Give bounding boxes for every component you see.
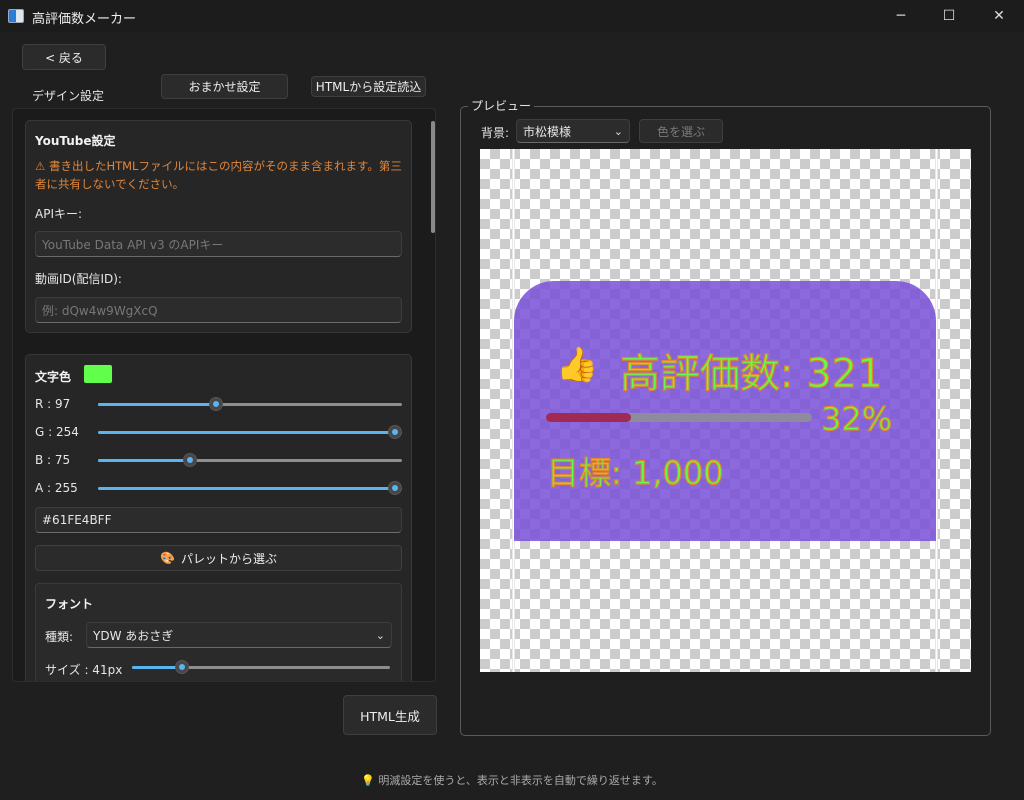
- tab-design-settings[interactable]: デザイン設定: [32, 87, 104, 104]
- generate-html-button[interactable]: HTML生成: [343, 695, 437, 735]
- font-type-select[interactable]: YDW あおさぎ ⌄: [86, 622, 392, 648]
- minimize-button[interactable]: ─: [878, 0, 924, 32]
- youtube-settings-card: YouTube設定 ⚠ 書き出したHTMLファイルにはこの内容がそのまま含まれま…: [25, 120, 412, 333]
- palette-button[interactable]: 🎨 パレットから選ぶ: [35, 545, 402, 571]
- text-color-heading: 文字色: [35, 370, 72, 384]
- g-slider-thumb[interactable]: [388, 425, 402, 439]
- progress-percent-text: 32%: [820, 399, 893, 438]
- font-heading: フォント: [45, 597, 94, 611]
- preview-canvas: 👍 高評価数: 321 32% 目標: 1,000: [480, 149, 971, 672]
- window-title: 高評価数メーカー: [32, 12, 137, 27]
- progress-track: [546, 413, 812, 422]
- g-label: G : 254: [35, 425, 79, 439]
- chevron-down-icon: ⌄: [613, 124, 623, 138]
- text-color-card: 文字色 R : 97 G : 254 B : 75 A : 255 #61FE4…: [25, 354, 412, 681]
- guide-line-right: [936, 149, 937, 672]
- api-key-input[interactable]: YouTube Data API v3 のAPIキー: [35, 231, 402, 257]
- goal-text: 目標: 1,000: [546, 453, 724, 492]
- video-id-label: 動画ID(配信ID):: [35, 272, 122, 286]
- font-type-label: 種類:: [45, 630, 74, 644]
- video-id-input[interactable]: 例: dQw4w9WgXcQ: [35, 297, 402, 323]
- b-slider-thumb[interactable]: [183, 453, 197, 467]
- b-slider[interactable]: [98, 453, 402, 467]
- background-label: 背景:: [481, 126, 510, 140]
- thumbs-up-icon: 👍: [556, 345, 599, 385]
- youtube-heading: YouTube設定: [35, 134, 116, 148]
- a-label: A : 255: [35, 481, 78, 495]
- api-key-label: APIキー:: [35, 207, 83, 221]
- progress-fill: [546, 413, 632, 422]
- r-slider[interactable]: [98, 397, 402, 411]
- b-label: B : 75: [35, 453, 71, 467]
- font-size-slider[interactable]: [132, 660, 390, 674]
- footer-tip: 💡 明滅設定を使うと、表示と非表示を自動で繰り返せます。: [361, 774, 663, 787]
- font-size-thumb[interactable]: [175, 660, 189, 674]
- background-select-value: 市松模様: [523, 124, 572, 139]
- preview-widget: 👍 高評価数: 321 32% 目標: 1,000: [514, 281, 936, 541]
- back-button[interactable]: < 戻る: [22, 44, 106, 70]
- app-icon: [8, 9, 24, 23]
- preview-legend: プレビュー: [468, 97, 535, 114]
- hex-input[interactable]: #61FE4BFF: [35, 507, 402, 533]
- settings-panel[interactable]: YouTube設定 ⚠ 書き出したHTMLファイルにはこの内容がそのまま含まれま…: [12, 108, 436, 682]
- settings-scrollbar[interactable]: [431, 121, 435, 233]
- r-label: R : 97: [35, 397, 71, 411]
- r-slider-thumb[interactable]: [209, 397, 223, 411]
- import-html-button[interactable]: HTMLから設定読込: [311, 76, 426, 97]
- palette-icon: 🎨: [160, 551, 175, 565]
- chevron-down-icon: ⌄: [375, 628, 385, 642]
- font-card: フォント 種類: YDW あおさぎ ⌄ サイズ : 41px: [35, 583, 402, 681]
- pick-color-button[interactable]: 色を選ぶ: [639, 119, 723, 143]
- title-bar: [0, 0, 1024, 32]
- palette-button-label: パレットから選ぶ: [180, 551, 277, 566]
- a-slider-thumb[interactable]: [388, 481, 402, 495]
- font-size-label: サイズ : 41px: [45, 663, 123, 677]
- auto-settings-button[interactable]: おまかせ設定: [161, 74, 288, 99]
- g-slider[interactable]: [98, 425, 402, 439]
- maximize-button[interactable]: ☐: [926, 0, 972, 32]
- font-type-value: YDW あおさぎ: [93, 628, 174, 643]
- background-select[interactable]: 市松模様 ⌄: [516, 119, 630, 143]
- color-swatch[interactable]: [83, 364, 113, 384]
- like-count-text: 高評価数: 321: [619, 350, 883, 397]
- a-slider[interactable]: [98, 481, 402, 495]
- youtube-warning: ⚠ 書き出したHTMLファイルにはこの内容がそのまま含まれます。第三者に共有しな…: [35, 159, 402, 191]
- close-button[interactable]: ✕: [976, 0, 1022, 32]
